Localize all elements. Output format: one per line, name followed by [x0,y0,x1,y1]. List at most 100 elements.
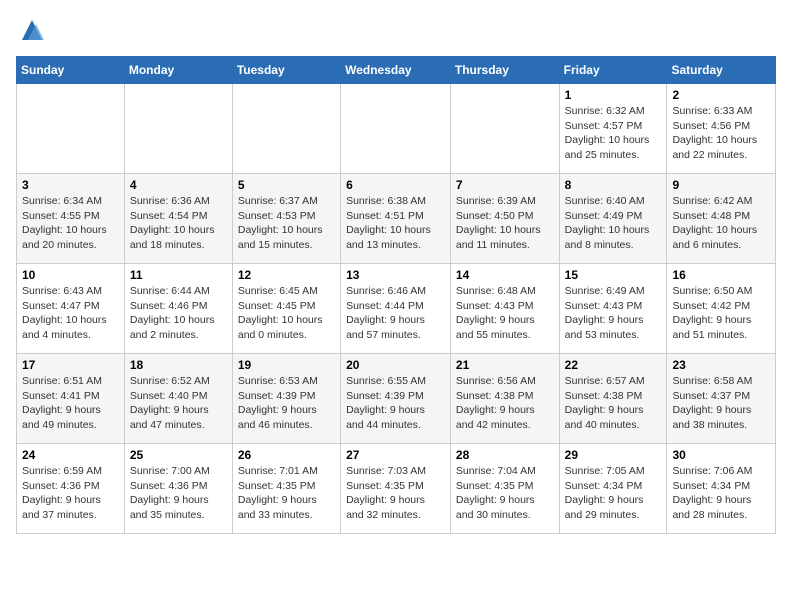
weekday-header-friday: Friday [559,57,667,84]
calendar-cell: 28Sunrise: 7:04 AM Sunset: 4:35 PM Dayli… [450,444,559,534]
day-info: Sunrise: 6:58 AM Sunset: 4:37 PM Dayligh… [672,374,770,433]
day-number: 20 [346,358,445,372]
calendar-cell: 29 Sunrise: 7:05 AM Sunset: 4:34 PM Dayli… [559,444,667,534]
day-info: Sunrise: 6:56 AM Sunset: 4:38 PM Dayligh… [456,374,554,433]
calendar-cell: 24 Sunrise: 6:59 AM Sunset: 4:36 PM Dayli… [17,444,125,534]
day-info: Sunrise: 6:43 AM Sunset: 4:47 PM Dayligh… [22,284,119,343]
weekday-header-sunday: Sunday [17,57,125,84]
calendar-week-row: 3 Sunrise: 6:34 AM Sunset: 4:55 PM Daylig… [17,174,776,264]
calendar-cell [341,84,451,174]
day-number: 16 [672,268,770,282]
calendar-cell [17,84,125,174]
day-number: 10 [22,268,119,282]
day-number: 17 [22,358,119,372]
day-number: 3 [22,178,119,192]
day-number: 12 [238,268,335,282]
day-number: 18 [130,358,227,372]
day-info: Sunrise: 6:52 AM Sunset: 4:40 PM Dayligh… [130,374,227,433]
calendar-cell: 7 Sunrise: 6:39 AM Sunset: 4:50 PM Daylig… [450,174,559,264]
calendar-cell: 16 Sunrise: 6:50 AM Sunset: 4:42 PM Dayli… [667,264,776,354]
day-info: Sunrise: 6:40 AM Sunset: 4:49 PM Dayligh… [565,194,662,253]
day-info: Sunrise: 6:51 AM Sunset: 4:41 PM Dayligh… [22,374,119,433]
day-info: Sunrise: 6:48 AM Sunset: 4:43 PM Dayligh… [456,284,554,343]
calendar-cell: 18 Sunrise: 6:52 AM Sunset: 4:40 PM Dayli… [124,354,232,444]
calendar-cell: 27Sunrise: 7:03 AM Sunset: 4:35 PM Dayli… [341,444,451,534]
day-info: Sunrise: 7:00 AM Sunset: 4:36 PM Dayligh… [130,464,227,523]
calendar-cell: 21 Sunrise: 6:56 AM Sunset: 4:38 PM Dayli… [450,354,559,444]
day-number: 22 [565,358,662,372]
day-info: Sunrise: 6:32 AM Sunset: 4:57 PM Dayligh… [565,104,662,163]
day-info: Sunrise: 6:57 AM Sunset: 4:38 PM Dayligh… [565,374,662,433]
calendar-cell: 11 Sunrise: 6:44 AM Sunset: 4:46 PM Dayli… [124,264,232,354]
day-number: 4 [130,178,227,192]
day-info: Sunrise: 7:03 AM Sunset: 4:35 PM Dayligh… [346,464,445,523]
calendar-cell: 23 Sunrise: 6:58 AM Sunset: 4:37 PM Dayli… [667,354,776,444]
calendar-cell: 30Sunrise: 7:06 AM Sunset: 4:34 PM Dayli… [667,444,776,534]
day-number: 11 [130,268,227,282]
day-info: Sunrise: 6:44 AM Sunset: 4:46 PM Dayligh… [130,284,227,343]
day-number: 21 [456,358,554,372]
day-info: Sunrise: 6:39 AM Sunset: 4:50 PM Dayligh… [456,194,554,253]
day-number: 29 [565,448,662,462]
calendar-cell: 3 Sunrise: 6:34 AM Sunset: 4:55 PM Daylig… [17,174,125,264]
calendar-cell: 22 Sunrise: 6:57 AM Sunset: 4:38 PM Dayli… [559,354,667,444]
logo [16,16,46,44]
day-number: 15 [565,268,662,282]
day-info: Sunrise: 6:33 AM Sunset: 4:56 PM Dayligh… [672,104,770,163]
calendar-cell: 26 Sunrise: 7:01 AM Sunset: 4:35 PM Dayli… [232,444,340,534]
calendar-cell: 17 Sunrise: 6:51 AM Sunset: 4:41 PM Dayli… [17,354,125,444]
day-info: Sunrise: 6:37 AM Sunset: 4:53 PM Dayligh… [238,194,335,253]
calendar-cell: 14Sunrise: 6:48 AM Sunset: 4:43 PM Dayli… [450,264,559,354]
day-number: 25 [130,448,227,462]
day-number: 8 [565,178,662,192]
day-info: Sunrise: 6:45 AM Sunset: 4:45 PM Dayligh… [238,284,335,343]
day-info: Sunrise: 6:34 AM Sunset: 4:55 PM Dayligh… [22,194,119,253]
day-info: Sunrise: 6:59 AM Sunset: 4:36 PM Dayligh… [22,464,119,523]
day-number: 24 [22,448,119,462]
calendar-week-row: 10 Sunrise: 6:43 AM Sunset: 4:47 PM Dayli… [17,264,776,354]
day-number: 9 [672,178,770,192]
calendar-cell [450,84,559,174]
calendar-cell [232,84,340,174]
day-number: 5 [238,178,335,192]
calendar-cell: 6Sunrise: 6:38 AM Sunset: 4:51 PM Daylig… [341,174,451,264]
calendar-cell: 2Sunrise: 6:33 AM Sunset: 4:56 PM Daylig… [667,84,776,174]
day-info: Sunrise: 6:55 AM Sunset: 4:39 PM Dayligh… [346,374,445,433]
calendar-cell: 25 Sunrise: 7:00 AM Sunset: 4:36 PM Dayli… [124,444,232,534]
day-number: 26 [238,448,335,462]
day-info: Sunrise: 7:05 AM Sunset: 4:34 PM Dayligh… [565,464,662,523]
day-info: Sunrise: 6:53 AM Sunset: 4:39 PM Dayligh… [238,374,335,433]
weekday-header-wednesday: Wednesday [341,57,451,84]
logo-icon [18,16,46,44]
day-info: Sunrise: 6:49 AM Sunset: 4:43 PM Dayligh… [565,284,662,343]
calendar-cell: 20 Sunrise: 6:55 AM Sunset: 4:39 PM Dayli… [341,354,451,444]
calendar-cell: 15 Sunrise: 6:49 AM Sunset: 4:43 PM Dayli… [559,264,667,354]
day-number: 23 [672,358,770,372]
calendar-week-row: 24 Sunrise: 6:59 AM Sunset: 4:36 PM Dayli… [17,444,776,534]
day-info: Sunrise: 7:04 AM Sunset: 4:35 PM Dayligh… [456,464,554,523]
calendar-cell: 12 Sunrise: 6:45 AM Sunset: 4:45 PM Dayli… [232,264,340,354]
day-number: 30 [672,448,770,462]
calendar-cell: 8 Sunrise: 6:40 AM Sunset: 4:49 PM Daylig… [559,174,667,264]
weekday-header-thursday: Thursday [450,57,559,84]
calendar-cell: 4 Sunrise: 6:36 AM Sunset: 4:54 PM Daylig… [124,174,232,264]
day-number: 7 [456,178,554,192]
day-info: Sunrise: 6:42 AM Sunset: 4:48 PM Dayligh… [672,194,770,253]
calendar-table: SundayMondayTuesdayWednesdayThursdayFrid… [16,56,776,534]
calendar-cell: 1 Sunrise: 6:32 AM Sunset: 4:57 PM Daylig… [559,84,667,174]
day-info: Sunrise: 6:50 AM Sunset: 4:42 PM Dayligh… [672,284,770,343]
calendar-cell: 19 Sunrise: 6:53 AM Sunset: 4:39 PM Dayli… [232,354,340,444]
weekday-header-saturday: Saturday [667,57,776,84]
day-info: Sunrise: 7:01 AM Sunset: 4:35 PM Dayligh… [238,464,335,523]
calendar-cell: 13Sunrise: 6:46 AM Sunset: 4:44 PM Dayli… [341,264,451,354]
weekday-header-monday: Monday [124,57,232,84]
day-number: 1 [565,88,662,102]
day-info: Sunrise: 6:38 AM Sunset: 4:51 PM Dayligh… [346,194,445,253]
day-number: 19 [238,358,335,372]
weekday-header-tuesday: Tuesday [232,57,340,84]
calendar-week-row: 1 Sunrise: 6:32 AM Sunset: 4:57 PM Daylig… [17,84,776,174]
calendar-cell: 10 Sunrise: 6:43 AM Sunset: 4:47 PM Dayli… [17,264,125,354]
day-info: Sunrise: 6:36 AM Sunset: 4:54 PM Dayligh… [130,194,227,253]
calendar-week-row: 17 Sunrise: 6:51 AM Sunset: 4:41 PM Dayli… [17,354,776,444]
weekday-header-row: SundayMondayTuesdayWednesdayThursdayFrid… [17,57,776,84]
